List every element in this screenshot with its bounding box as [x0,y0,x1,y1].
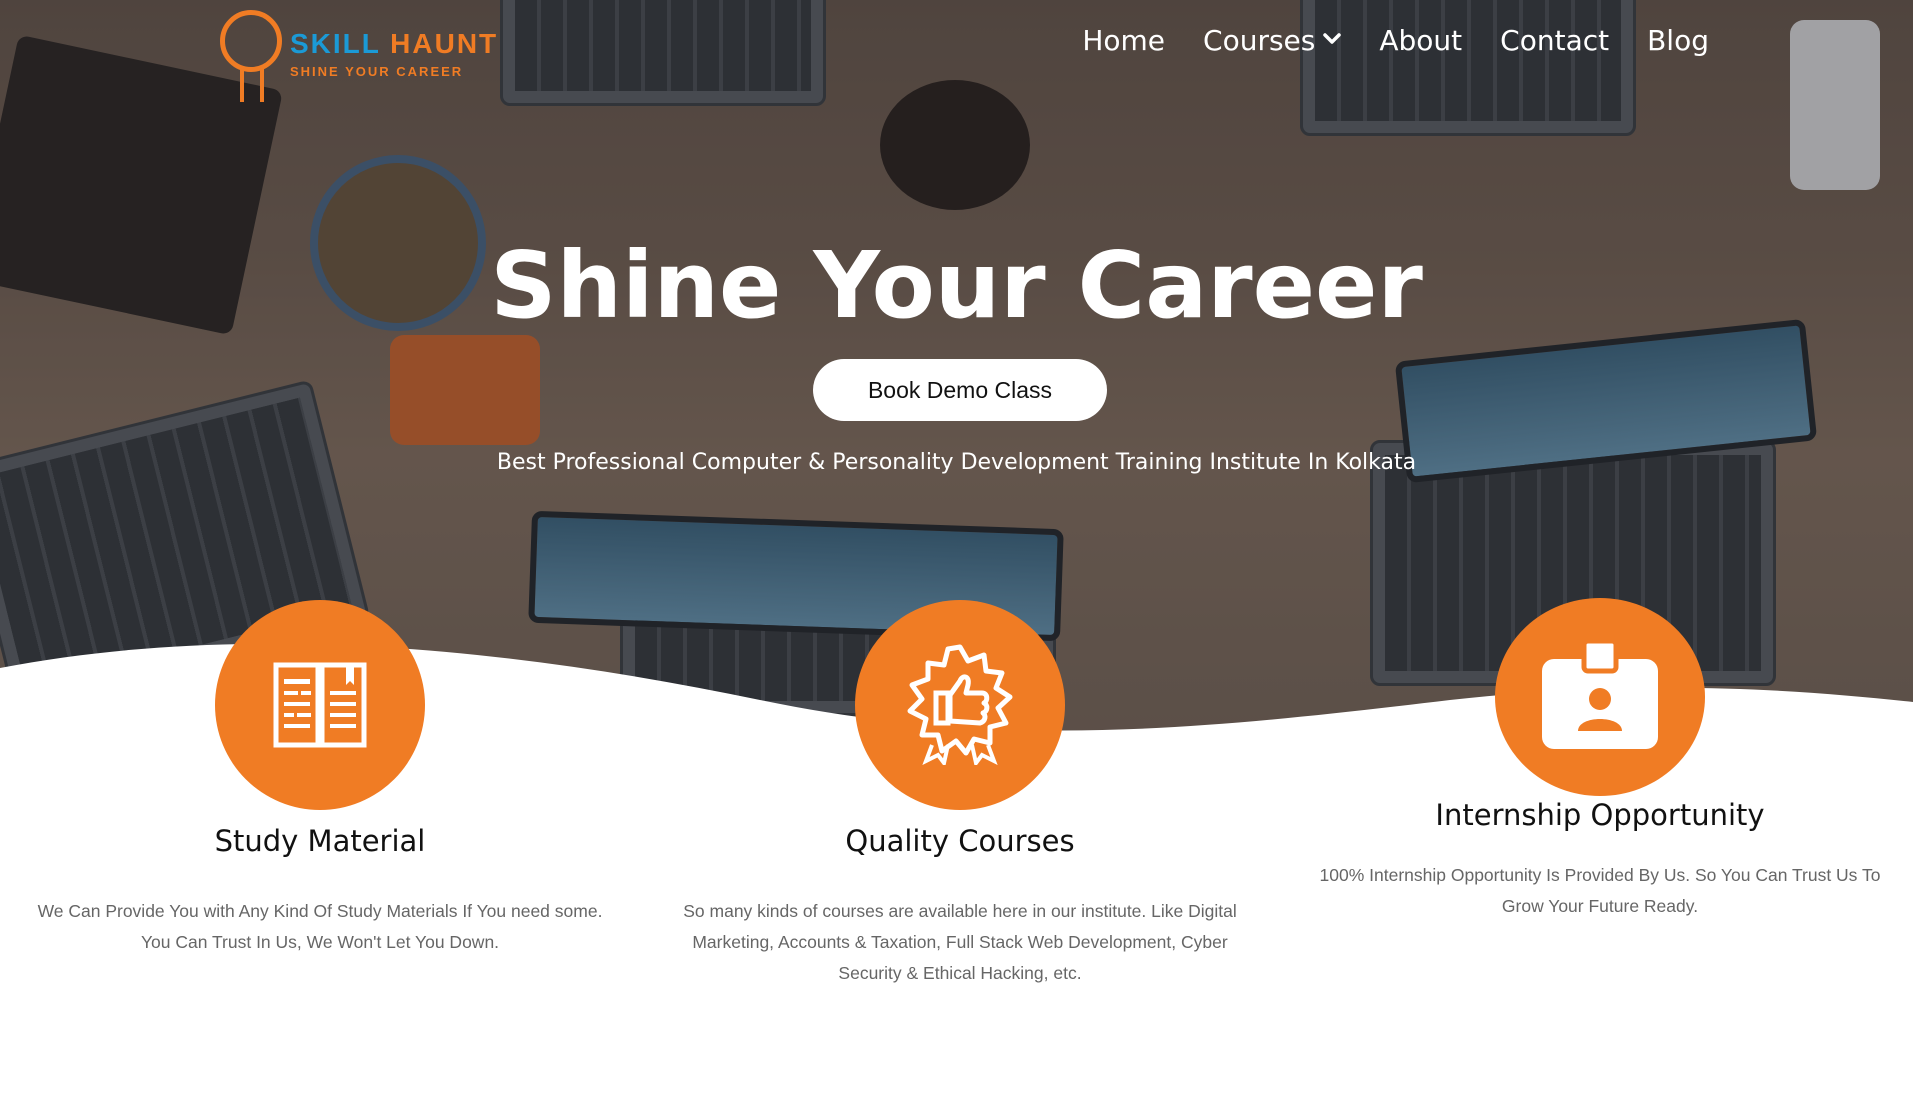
brand-tagline: SHINE YOUR CAREER [290,64,464,79]
feature-title: Internship Opportunity [1435,798,1765,832]
nav-about-link[interactable]: About [1379,24,1462,57]
nav-contact-link[interactable]: Contact [1500,24,1609,57]
book-demo-button[interactable]: Book Demo Class [813,359,1107,421]
main-nav: Home Courses About Contact Blog [1082,24,1709,57]
feature-quality-courses: Quality Courses So many kinds of courses… [650,600,1270,989]
feature-title: Quality Courses [845,824,1075,858]
brand-logo[interactable]: SKILL HAUNT SHINE YOUR CAREER [218,8,508,108]
feature-icon-circle [215,600,425,810]
lightbulb-icon [220,10,282,72]
hero-title: Shine Your Career [490,232,1423,339]
feature-icon-circle [1495,598,1705,796]
nav-home-link[interactable]: Home [1082,24,1165,57]
open-book-icon [272,657,368,754]
id-badge-icon [1538,638,1662,756]
nav-blog-link[interactable]: Blog [1647,24,1709,57]
feature-description: 100% Internship Opportunity Is Provided … [1319,865,1881,916]
feature-internship-opportunity: Internship Opportunity 100% Internship O… [1290,598,1910,922]
feature-description: We Can Provide You with Any Kind Of Stud… [37,901,603,952]
feature-icon-circle [855,600,1065,810]
feature-study-material: Study Material We Can Provide You with A… [10,600,630,958]
brand-name: SKILL HAUNT [290,28,499,59]
chevron-down-icon [1323,29,1342,50]
feature-description: So many kinds of courses are available h… [683,901,1237,983]
hero-subtitle: Best Professional Computer & Personality… [496,450,1417,475]
nav-courses-link[interactable]: Courses [1203,24,1342,57]
quality-badge-icon [898,641,1022,770]
feature-title: Study Material [214,824,426,858]
